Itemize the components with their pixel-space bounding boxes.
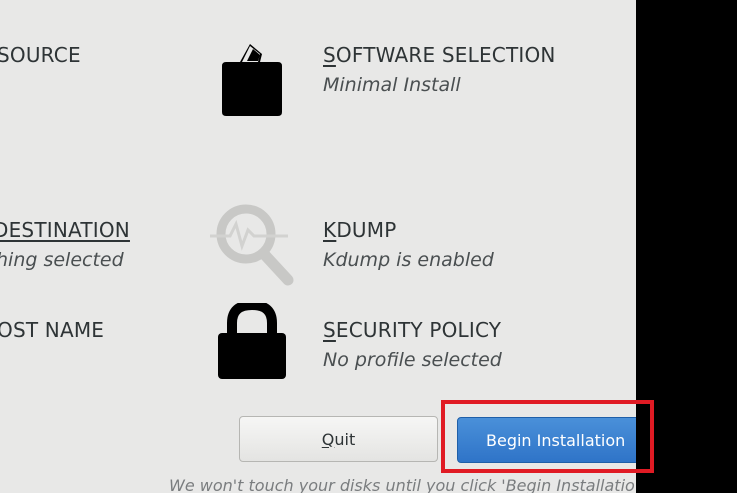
destination-title-text: DESTINATION: [0, 218, 130, 242]
security-policy-mnemonic: S: [323, 318, 336, 342]
security-policy-status: No profile selected: [323, 349, 502, 371]
installer-hub-panel: SOURCE DESTINATION hing selected OST NAM…: [0, 0, 636, 493]
kdump-status: Kdump is enabled: [323, 249, 494, 271]
installation-destination-status: hing selected: [0, 249, 124, 271]
network-hostname-spoke-title[interactable]: OST NAME: [0, 318, 104, 342]
padlock-icon[interactable]: [216, 299, 288, 385]
installation-destination-spoke-title[interactable]: DESTINATION: [0, 218, 130, 242]
installation-source-spoke-title[interactable]: SOURCE: [0, 43, 81, 67]
software-selection-title-rest: OFTWARE SELECTION: [335, 43, 556, 67]
kdump-title-rest: DUMP: [336, 218, 397, 242]
software-selection-status: Minimal Install: [323, 74, 461, 96]
kdump-spoke-title[interactable]: KDUMP: [323, 218, 396, 242]
kdump-mnemonic: K: [323, 218, 337, 242]
software-selection-mnemonic: S: [323, 43, 336, 67]
quit-mnemonic: Q: [321, 429, 335, 449]
magnifier-icon[interactable]: [208, 200, 298, 294]
software-selection-spoke-title[interactable]: SOFTWARE SELECTION: [323, 43, 556, 67]
security-policy-title-rest: ECURITY POLICY: [335, 318, 502, 342]
disk-warning-note: We won't touch your disks until you clic…: [169, 476, 635, 493]
security-policy-spoke-title[interactable]: SECURITY POLICY: [323, 318, 501, 342]
quit-label-rest: uit: [334, 429, 356, 449]
begin-installation-button[interactable]: Begin Installation: [457, 417, 636, 463]
package-icon[interactable]: [220, 40, 282, 122]
quit-button[interactable]: Quit: [239, 416, 438, 462]
